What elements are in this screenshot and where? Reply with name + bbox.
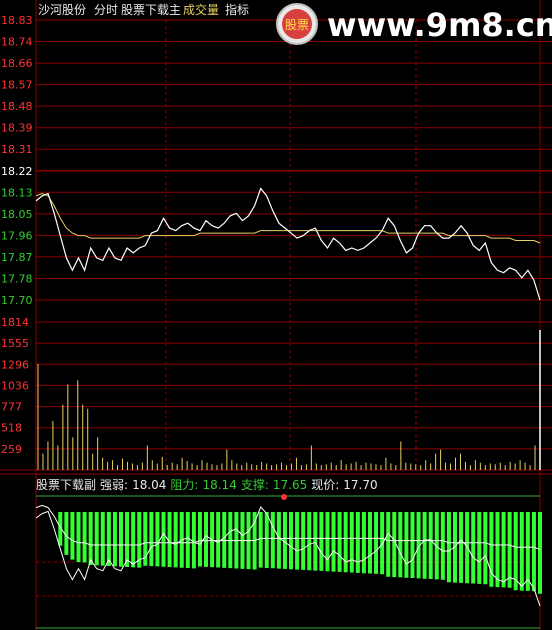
indicator-name: 股票下载副 — [36, 478, 97, 492]
price-tick-label: 18.39 — [1, 122, 33, 135]
menu-intraday[interactable]: 分时 — [94, 3, 118, 17]
menu-volume[interactable]: 成交量 — [183, 3, 219, 17]
support-label: 支撑: — [240, 478, 269, 492]
menu-main-indicator[interactable]: 股票下载主 — [121, 3, 181, 17]
volume-tick-label: 518 — [1, 422, 22, 435]
price-value: 17.70 — [343, 478, 378, 492]
price-tick-label: 18.57 — [1, 79, 33, 92]
volume-axis-labels: 1814 1555 1296 1036 777 518 259 — [1, 316, 29, 456]
peak-marker — [281, 494, 287, 500]
watermark-url: www.9m8.cn — [327, 6, 552, 44]
indicator-bars — [58, 512, 542, 594]
strength-label: 强弱: — [100, 478, 129, 492]
indicator-header: 股票下载副 强弱: 18.04 阻力: 18.14 支撑: 17.65 现价: 17.70 — [36, 478, 382, 492]
price-tick-label: 17.70 — [1, 294, 33, 307]
volume-tick-label: 259 — [1, 443, 22, 456]
svg-text:股票: 股票 — [285, 18, 309, 32]
stock-name: 沙河股份 — [38, 3, 87, 17]
price-label: 现价: — [311, 478, 340, 492]
resistance-label: 阻力: — [170, 478, 199, 492]
price-tick-label: 18.74 — [1, 36, 33, 49]
indicator-line — [35, 506, 541, 607]
price-tick-label: 18.48 — [1, 100, 33, 113]
price-line — [35, 187, 541, 301]
chart-canvas: 18.83 18.74 18.66 18.57 18.48 18.39 18.31 18.22… — [0, 0, 552, 630]
price-tick-label: 18.83 — [1, 14, 33, 27]
price-tick-label: 18.05 — [1, 208, 33, 221]
price-tick-label: 17.87 — [1, 251, 33, 264]
support-value: 17.65 — [272, 478, 308, 492]
volume-tick-label: 1296 — [1, 358, 29, 371]
volume-tick-label: 1555 — [1, 337, 29, 350]
site-logo-icon: 股票 — [276, 3, 318, 45]
menu-indicator[interactable]: 指标 — [225, 3, 249, 17]
volume-tick-label: 777 — [1, 401, 22, 414]
price-tick-label: 18.66 — [1, 57, 33, 70]
price-axis-labels: 18.83 18.74 18.66 18.57 18.48 18.39 18.31 18.22… — [1, 14, 33, 307]
price-tick-label: 17.78 — [1, 272, 33, 285]
price-tick-label: 18.31 — [1, 143, 33, 156]
price-tick-label: 18.22 — [1, 165, 33, 178]
volume-tick-label: 1036 — [1, 379, 29, 392]
watermark: 股票 www.9m8.cn — [273, 3, 552, 46]
resistance-value: 18.14 — [202, 478, 237, 492]
indicator-line-2 — [35, 504, 541, 550]
price-tick-label: 18.13 — [1, 186, 33, 199]
volume-tick-label: 1814 — [1, 316, 29, 329]
price-tick-label: 17.96 — [1, 229, 33, 242]
strength-value: 18.04 — [132, 478, 167, 492]
